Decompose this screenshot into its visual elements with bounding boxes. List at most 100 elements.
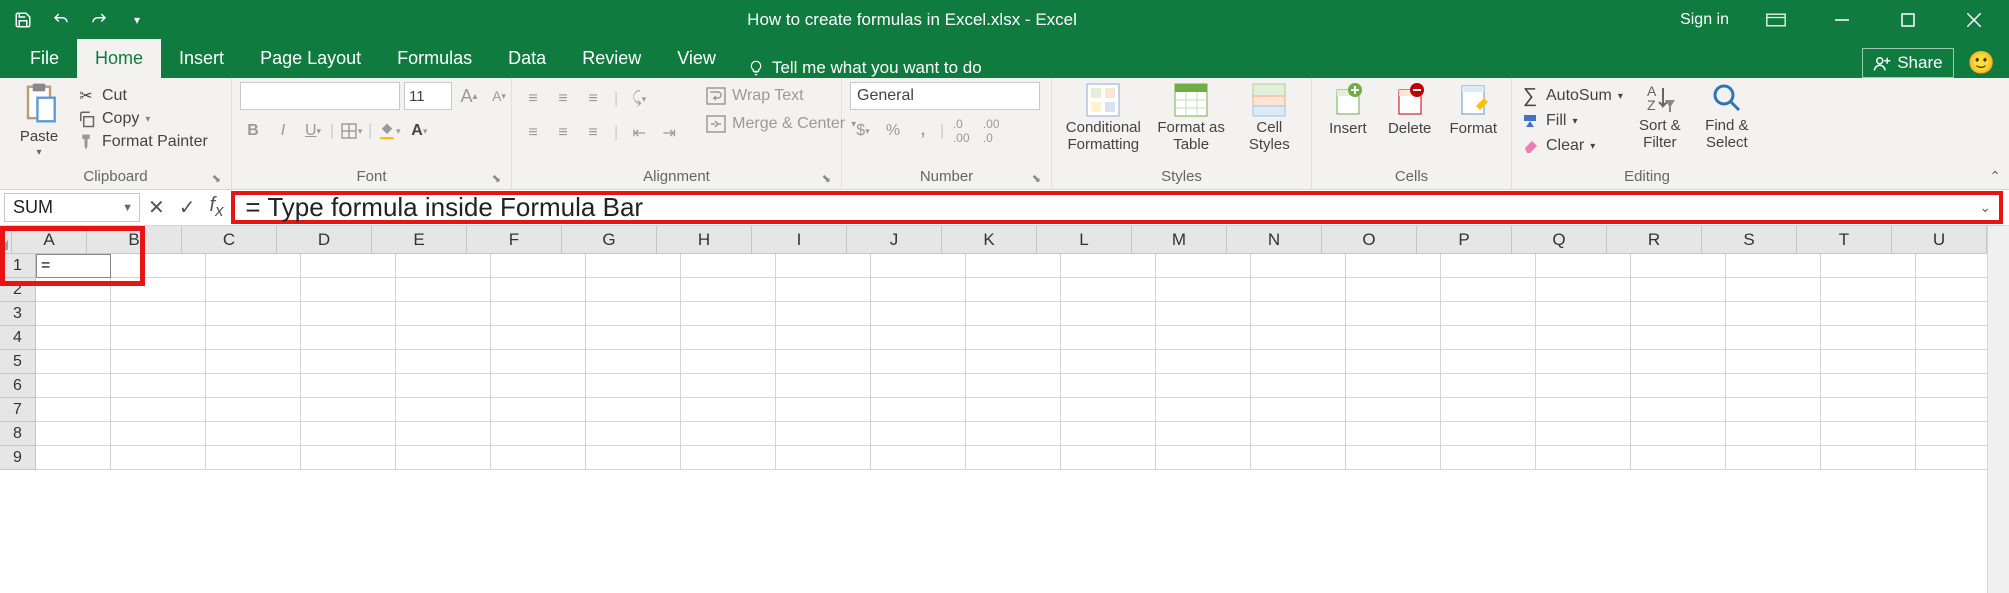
cell[interactable]: [1821, 350, 1916, 374]
cell[interactable]: [1631, 350, 1726, 374]
cell[interactable]: [491, 326, 586, 350]
column-header[interactable]: K: [942, 226, 1037, 254]
cell[interactable]: [1726, 350, 1821, 374]
cell[interactable]: [1251, 350, 1346, 374]
font-name-select[interactable]: [240, 82, 400, 110]
cell[interactable]: [871, 446, 966, 470]
decrease-font-icon[interactable]: A▾: [486, 83, 512, 109]
column-header[interactable]: P: [1417, 226, 1512, 254]
cell[interactable]: [1251, 278, 1346, 302]
cell[interactable]: [1156, 326, 1251, 350]
cell[interactable]: [491, 302, 586, 326]
cell[interactable]: [1536, 398, 1631, 422]
cell[interactable]: [966, 398, 1061, 422]
cell[interactable]: [586, 398, 681, 422]
cell[interactable]: [396, 350, 491, 374]
cell[interactable]: [1061, 302, 1156, 326]
column-header[interactable]: L: [1037, 226, 1132, 254]
clear-button[interactable]: Clear ▾: [1520, 136, 1623, 156]
cell[interactable]: [776, 254, 871, 278]
find-select-button[interactable]: Find & Select: [1697, 82, 1757, 151]
cell[interactable]: [1631, 422, 1726, 446]
cell[interactable]: [206, 326, 301, 350]
cell[interactable]: [776, 302, 871, 326]
number-format-select[interactable]: [850, 82, 1040, 110]
cell[interactable]: [301, 422, 396, 446]
cell-styles-button[interactable]: Cell Styles: [1236, 82, 1303, 153]
cell[interactable]: [36, 422, 111, 446]
cell[interactable]: [586, 374, 681, 398]
cell[interactable]: [1536, 446, 1631, 470]
cell[interactable]: [966, 278, 1061, 302]
cell[interactable]: [1726, 254, 1821, 278]
decrease-decimal-icon[interactable]: .00.0: [978, 118, 1004, 144]
cell[interactable]: [206, 302, 301, 326]
tell-me-search[interactable]: Tell me what you want to do: [734, 58, 996, 78]
cell[interactable]: [966, 422, 1061, 446]
accounting-format-icon[interactable]: $ ▾: [850, 118, 876, 144]
decrease-indent-icon[interactable]: ⇤: [626, 120, 652, 146]
cell[interactable]: [1156, 254, 1251, 278]
column-header[interactable]: D: [277, 226, 372, 254]
cell[interactable]: [1346, 398, 1441, 422]
cell[interactable]: [491, 422, 586, 446]
orientation-icon[interactable]: ⤹▾: [626, 86, 652, 112]
cell[interactable]: [966, 350, 1061, 374]
cell[interactable]: [1726, 398, 1821, 422]
border-button[interactable]: ▾: [338, 118, 364, 144]
column-header[interactable]: F: [467, 226, 562, 254]
cell[interactable]: [396, 398, 491, 422]
cell[interactable]: [491, 446, 586, 470]
tab-view[interactable]: View: [659, 39, 734, 78]
cell[interactable]: [1061, 446, 1156, 470]
format-as-table-button[interactable]: Format as Table: [1153, 82, 1230, 153]
cell[interactable]: [1916, 422, 1987, 446]
cell[interactable]: [1251, 398, 1346, 422]
copy-button[interactable]: Copy ▾: [76, 109, 208, 129]
cell[interactable]: [1916, 374, 1987, 398]
cell[interactable]: [1441, 446, 1536, 470]
cell[interactable]: [111, 302, 206, 326]
cell[interactable]: [1631, 326, 1726, 350]
cell[interactable]: [396, 446, 491, 470]
cell[interactable]: [681, 350, 776, 374]
percent-format-icon[interactable]: %: [880, 118, 906, 144]
cell[interactable]: [1441, 374, 1536, 398]
cell[interactable]: [301, 254, 396, 278]
cell[interactable]: [1346, 446, 1441, 470]
save-icon[interactable]: [6, 4, 40, 36]
cell[interactable]: [681, 446, 776, 470]
minimize-button[interactable]: [1813, 0, 1871, 40]
enter-formula-icon[interactable]: ✓: [179, 195, 196, 220]
column-header[interactable]: I: [752, 226, 847, 254]
cell[interactable]: [681, 422, 776, 446]
share-button[interactable]: Share: [1862, 48, 1953, 78]
cell[interactable]: [681, 398, 776, 422]
cell[interactable]: [1441, 302, 1536, 326]
cell[interactable]: [1251, 254, 1346, 278]
cell[interactable]: [1346, 422, 1441, 446]
cut-button[interactable]: ✂Cut: [76, 86, 208, 106]
cell[interactable]: [1726, 326, 1821, 350]
cell[interactable]: [1251, 302, 1346, 326]
cell[interactable]: [36, 446, 111, 470]
cell[interactable]: [966, 326, 1061, 350]
cell[interactable]: [1441, 326, 1536, 350]
dialog-launcher-icon[interactable]: ⬊: [212, 172, 221, 185]
tab-review[interactable]: Review: [564, 39, 659, 78]
cell[interactable]: [1726, 446, 1821, 470]
cell[interactable]: [871, 278, 966, 302]
cell[interactable]: [1821, 326, 1916, 350]
column-header[interactable]: R: [1607, 226, 1702, 254]
cell[interactable]: [206, 398, 301, 422]
increase-font-icon[interactable]: A▴: [456, 83, 482, 109]
fill-button[interactable]: Fill ▾: [1520, 111, 1623, 131]
row-header[interactable]: 3: [0, 302, 36, 326]
column-header[interactable]: Q: [1512, 226, 1607, 254]
cell[interactable]: [1346, 254, 1441, 278]
cell[interactable]: [1156, 446, 1251, 470]
cell[interactable]: [966, 446, 1061, 470]
cell[interactable]: [206, 446, 301, 470]
cell[interactable]: [36, 350, 111, 374]
close-button[interactable]: [1945, 0, 2003, 40]
